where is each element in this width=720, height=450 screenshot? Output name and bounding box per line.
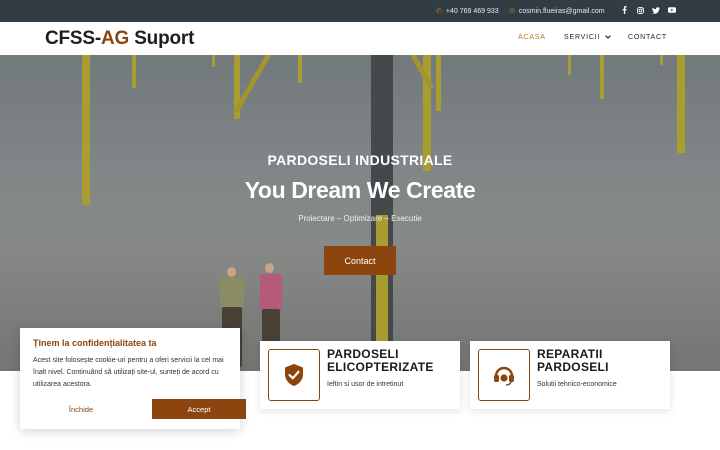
email-address[interactable]: cosmin.flueiras@gmail.com bbox=[519, 8, 605, 15]
cookie-title: Ținem la confidențialitatea ta bbox=[33, 338, 157, 348]
hero-kicker: PARDOSELI INDUSTRIALE bbox=[267, 152, 453, 168]
site-header: CFSS-AG Suport ACASA SERVICII CONTACT bbox=[0, 22, 720, 55]
cookie-consent-banner: Ținem la confidențialitatea ta Acest sit… bbox=[20, 328, 246, 429]
twitter-icon[interactable] bbox=[652, 5, 660, 15]
hero-section: PARDOSELI INDUSTRIALE You Dream We Creat… bbox=[0, 55, 720, 371]
headset-icon bbox=[478, 349, 530, 401]
email-contact[interactable]: ✉ cosmin.flueiras@gmail.com bbox=[509, 7, 605, 16]
hero-contact-button[interactable]: Contact bbox=[324, 246, 396, 275]
phone-contact[interactable]: ✆ +40 769 469 933 bbox=[436, 7, 499, 16]
service-card-floors[interactable]: PARDOSELI ELICOPTERIZATE Ieftin si usor … bbox=[260, 341, 460, 409]
social-links bbox=[620, 5, 676, 15]
logo-text-suffix: Suport bbox=[129, 28, 195, 49]
shield-check-icon bbox=[268, 349, 320, 401]
cookie-text: Acest site folosește cookie-uri pentru a… bbox=[33, 357, 224, 388]
card-title-line: PARDOSELI bbox=[537, 360, 609, 374]
card-title: REPARATII PARDOSELI bbox=[537, 348, 662, 374]
top-bar: ✆ +40 769 469 933 ✉ cosmin.flueiras@gmai… bbox=[0, 0, 720, 22]
nav-item-services[interactable]: SERVICII bbox=[564, 34, 612, 41]
nav-item-services-label: SERVICII bbox=[564, 34, 601, 41]
mail-icon: ✉ bbox=[509, 8, 515, 15]
card-title-line: ELICOPTERIZATE bbox=[327, 360, 434, 374]
chevron-down-icon bbox=[605, 34, 612, 41]
phone-number[interactable]: +40 769 469 933 bbox=[446, 8, 499, 15]
cookie-accept-button[interactable]: Accept bbox=[152, 399, 246, 419]
hero-subtitle: Proiectare – Optimizare – Executie bbox=[298, 214, 422, 223]
card-title: PARDOSELI ELICOPTERIZATE bbox=[327, 348, 452, 374]
phone-icon: ✆ bbox=[436, 8, 442, 15]
hero-title: You Dream We Create bbox=[244, 177, 476, 203]
logo-text-accent: AG bbox=[101, 28, 130, 49]
instagram-icon[interactable] bbox=[636, 5, 644, 15]
card-description: Ieftin si usor de intretinut bbox=[327, 381, 404, 388]
youtube-icon[interactable] bbox=[668, 5, 676, 15]
nav-item-home[interactable]: ACASA bbox=[518, 34, 546, 41]
nav-item-contact-label: CONTACT bbox=[628, 34, 667, 41]
service-card-repairs[interactable]: REPARATII PARDOSELI Solutii tehnico-econ… bbox=[470, 341, 670, 409]
logo-text-prefix: CFSS- bbox=[45, 28, 102, 49]
nav-item-home-label: ACASA bbox=[518, 34, 546, 41]
facebook-icon[interactable] bbox=[620, 5, 628, 15]
card-description: Solutii tehnico-economice bbox=[537, 381, 617, 388]
site-logo[interactable]: CFSS-AG Suport bbox=[45, 28, 194, 50]
nav-item-contact[interactable]: CONTACT bbox=[628, 34, 667, 41]
cookie-close-button[interactable]: Închide bbox=[33, 399, 129, 419]
